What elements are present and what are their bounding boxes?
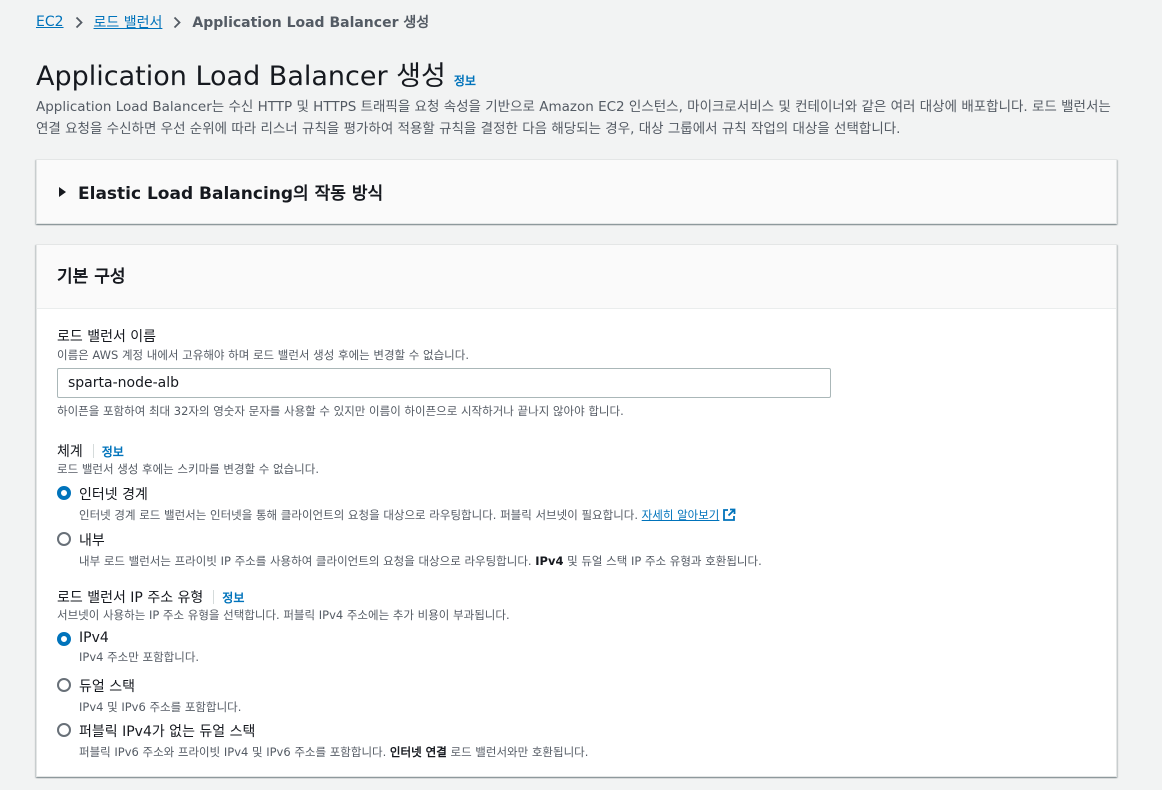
how-it-works-expander[interactable]: Elastic Load Balancing의 작동 방식 bbox=[36, 159, 1117, 224]
radio-label: 인터넷 경계 bbox=[79, 487, 148, 503]
learn-more-link[interactable]: 자세히 알아보기 bbox=[642, 508, 737, 522]
radio-button-unchecked[interactable] bbox=[57, 678, 71, 692]
ip-type-label: 로드 밸런서 IP 주소 유형 정보 bbox=[57, 587, 244, 607]
breadcrumb-ec2-link[interactable]: EC2 bbox=[36, 14, 64, 30]
radio-button-checked[interactable] bbox=[57, 486, 71, 500]
chevron-right-icon bbox=[75, 16, 83, 29]
lb-name-input[interactable] bbox=[57, 368, 831, 398]
caret-right-icon bbox=[59, 186, 66, 197]
divider bbox=[92, 444, 94, 458]
lb-name-label: 로드 밸런서 이름 bbox=[57, 326, 156, 346]
lb-name-description: 이름은 AWS 계정 내에서 고유해야 하며 로드 밸런서 생성 후에는 변경할… bbox=[57, 348, 469, 362]
radio-description: IPv4 및 IPv6 주소를 포함합니다. bbox=[79, 700, 242, 714]
radio-label: 퍼블릭 IPv4가 없는 듀얼 스택 bbox=[79, 724, 256, 740]
scheme-info-link[interactable]: 정보 bbox=[102, 443, 124, 460]
radio-description-text: 내부 로드 밸런서는 프라이빗 IP 주소를 사용하여 클라이언트의 요청을 대… bbox=[79, 554, 532, 568]
radio-internet-facing[interactable]: 인터넷 경계 인터넷 경계 로드 밸런서는 인터넷을 통해 클라이언트의 요청을… bbox=[57, 484, 736, 525]
panel-header: 기본 구성 bbox=[37, 245, 1116, 309]
radio-dualstack[interactable]: 듀얼 스택 IPv4 및 IPv6 주소를 포함합니다. bbox=[57, 676, 241, 715]
radio-description-text: 퍼블릭 IPv6 주소와 프라이빗 IPv4 및 IPv6 주소를 포함합니다. bbox=[79, 745, 387, 759]
ip-type-label-text: 로드 밸런서 IP 주소 유형 bbox=[57, 590, 204, 606]
radio-description: 퍼블릭 IPv6 주소와 프라이빗 IPv4 및 IPv6 주소를 포함합니다.… bbox=[79, 744, 588, 760]
breadcrumb: EC2 로드 밸런서 Application Load Balancer 생성 bbox=[36, 12, 429, 32]
ip-type-description: 서브넷이 사용하는 IP 주소 유형을 선택합니다. 퍼블릭 IPv4 주소에는… bbox=[57, 608, 510, 622]
radio-dualstack-no-public-ipv4[interactable]: 퍼블릭 IPv4가 없는 듀얼 스택 퍼블릭 IPv6 주소와 프라이빗 IPv… bbox=[57, 721, 588, 760]
radio-description-text: 인터넷 경계 로드 밸런서는 인터넷을 통해 클라이언트의 요청을 대상으로 라… bbox=[79, 508, 639, 522]
scheme-label-text: 체계 bbox=[57, 444, 83, 460]
radio-button-checked[interactable] bbox=[57, 632, 71, 646]
radio-description: IPv4 주소만 포함합니다. bbox=[79, 650, 200, 664]
lb-name-constraint: 하이픈을 포함하여 최대 32자의 영숫자 문자를 사용할 수 있지만 이름이 … bbox=[57, 404, 624, 418]
breadcrumb-current: Application Load Balancer 생성 bbox=[192, 15, 430, 31]
radio-description-text: 로드 밸런서와만 호환됩니다. bbox=[450, 745, 589, 759]
ip-type-info-link[interactable]: 정보 bbox=[222, 589, 244, 606]
page-description: Application Load Balancer는 수신 HTTP 및 HTT… bbox=[36, 99, 1111, 137]
radio-label: 듀얼 스택 bbox=[79, 679, 135, 695]
radio-description-text: 및 듀얼 스택 IP 주소 유형과 호환됩니다. bbox=[567, 554, 762, 568]
scheme-description: 로드 밸런서 생성 후에는 스키마를 변경할 수 없습니다. bbox=[57, 462, 320, 476]
basic-config-panel: 기본 구성 로드 밸런서 이름 이름은 AWS 계정 내에서 고유해야 하며 로… bbox=[36, 244, 1117, 777]
radio-description-bold: 인터넷 연결 bbox=[389, 745, 447, 759]
radio-internal[interactable]: 내부 내부 로드 밸런서는 프라이빗 IP 주소를 사용하여 클라이언트의 요청… bbox=[57, 530, 762, 569]
divider bbox=[213, 590, 215, 604]
radio-description-bold: IPv4 bbox=[535, 554, 564, 568]
radio-button-unchecked[interactable] bbox=[57, 532, 71, 546]
radio-description: 내부 로드 밸런서는 프라이빗 IP 주소를 사용하여 클라이언트의 요청을 대… bbox=[79, 553, 762, 569]
page-title-text: Application Load Balancer 생성 bbox=[36, 61, 446, 92]
lb-name-label-text: 로드 밸런서 이름 bbox=[57, 329, 157, 345]
scheme-label: 체계 정보 bbox=[57, 441, 124, 461]
radio-description: 인터넷 경계 로드 밸런서는 인터넷을 통해 클라이언트의 요청을 대상으로 라… bbox=[79, 507, 736, 525]
title-info-link[interactable]: 정보 bbox=[454, 72, 476, 89]
radio-label: IPv4 bbox=[79, 630, 109, 646]
radio-label: 내부 bbox=[79, 533, 105, 549]
chevron-right-icon bbox=[173, 16, 182, 29]
external-link-icon[interactable] bbox=[722, 508, 736, 525]
page-title: Application Load Balancer 생성 정보 bbox=[36, 54, 476, 93]
expander-header[interactable]: Elastic Load Balancing의 작동 방식 bbox=[59, 179, 383, 204]
breadcrumb-load-balancers-link[interactable]: 로드 밸런서 bbox=[94, 12, 163, 32]
learn-more-text[interactable]: 자세히 알아보기 bbox=[642, 508, 720, 522]
radio-ipv4[interactable]: IPv4 IPv4 주소만 포함합니다. bbox=[57, 630, 199, 665]
panel-title: 기본 구성 bbox=[57, 267, 126, 287]
radio-button-unchecked[interactable] bbox=[57, 723, 71, 737]
expander-title: Elastic Load Balancing의 작동 방식 bbox=[78, 184, 384, 204]
